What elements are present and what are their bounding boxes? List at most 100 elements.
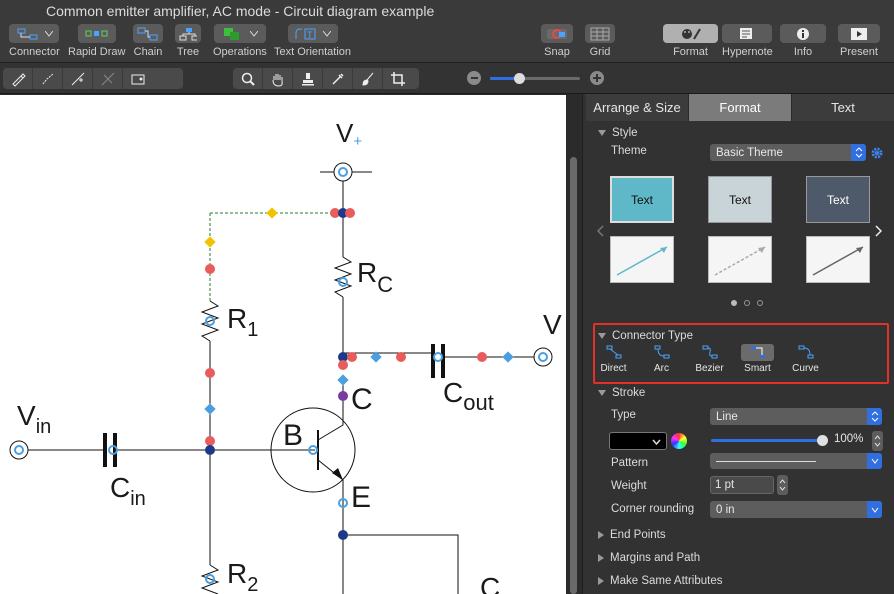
zoom-slider[interactable] bbox=[490, 73, 580, 84]
stroke-opacity-knob[interactable] bbox=[817, 435, 828, 446]
theme-prev-icon[interactable] bbox=[596, 224, 605, 242]
stroke-color-well[interactable] bbox=[609, 432, 667, 450]
label-base: B bbox=[283, 419, 303, 453]
zoom-slider-knob[interactable] bbox=[514, 73, 525, 84]
terminal-vplus bbox=[333, 162, 353, 182]
label-vplus-main: V bbox=[336, 118, 354, 148]
theme-card-dark[interactable]: Text bbox=[806, 176, 870, 223]
disclosure-down-icon bbox=[598, 130, 606, 136]
page-dot[interactable] bbox=[744, 300, 750, 306]
color-wheel-icon[interactable] bbox=[671, 433, 687, 449]
same-attributes-label: Make Same Attributes bbox=[610, 575, 723, 587]
transistor-collector bbox=[317, 380, 344, 441]
tab-arrange-size[interactable]: Arrange & Size bbox=[586, 94, 689, 121]
disclosure-down-icon bbox=[598, 390, 606, 396]
grid-icon bbox=[585, 24, 615, 43]
stamp-icon[interactable] bbox=[293, 68, 323, 89]
weight-label: Weight bbox=[611, 480, 647, 492]
operations-tool[interactable]: Operations bbox=[213, 24, 267, 58]
corner-rounding-popup[interactable]: 0 in bbox=[710, 501, 882, 518]
stroke-section-header[interactable]: Stroke bbox=[598, 387, 645, 399]
frame-icon[interactable] bbox=[123, 68, 153, 89]
page-dot[interactable] bbox=[757, 300, 763, 306]
theme-card-teal[interactable]: Text bbox=[610, 176, 674, 223]
add-point-icon[interactable] bbox=[63, 68, 93, 89]
chain-tool[interactable]: Chain bbox=[133, 24, 163, 58]
connector-type-direct[interactable]: Direct bbox=[597, 344, 630, 374]
weight-stepper[interactable] bbox=[777, 475, 788, 495]
format-toggle[interactable]: Format bbox=[663, 24, 718, 58]
tree-tool[interactable]: Tree bbox=[175, 24, 201, 58]
disclosure-right-icon bbox=[598, 577, 604, 585]
tab-format[interactable]: Format bbox=[689, 94, 792, 121]
resistor-r2 bbox=[200, 564, 220, 594]
stroke-type-popup[interactable]: Line bbox=[710, 408, 882, 425]
present-button[interactable]: Present bbox=[838, 24, 880, 58]
connector-draw-icon[interactable] bbox=[33, 68, 63, 89]
style-header-label: Style bbox=[612, 127, 638, 139]
terminal-vin bbox=[9, 440, 29, 460]
brush-icon[interactable] bbox=[353, 68, 383, 89]
label-cin-main: C bbox=[110, 472, 131, 503]
connector-type-smart[interactable]: Smart bbox=[741, 344, 774, 374]
connector-tool[interactable]: Connector bbox=[9, 24, 60, 58]
smart-connector-icon bbox=[741, 344, 774, 361]
theme-card-gray[interactable]: Text bbox=[708, 176, 772, 223]
snap-label: Snap bbox=[544, 46, 570, 58]
label-r1: R1 bbox=[227, 303, 258, 342]
diagram-canvas[interactable]: V+ RC R1 V C Cout Vin B Cin E R2 C bbox=[0, 95, 566, 594]
label-r2: R2 bbox=[227, 558, 258, 594]
canvas-vertical-scrollbar[interactable] bbox=[570, 157, 577, 594]
view-tools-group bbox=[233, 68, 419, 89]
connector-type-curve[interactable]: Curve bbox=[789, 344, 822, 374]
rapid-draw-icon bbox=[77, 24, 116, 43]
hand-icon[interactable] bbox=[263, 68, 293, 89]
info-toggle[interactable]: Info bbox=[780, 24, 826, 58]
circuit-diagram bbox=[9, 162, 553, 594]
remove-point-icon[interactable] bbox=[93, 68, 123, 89]
label-emitter-text: E bbox=[351, 481, 372, 514]
pattern-popup[interactable] bbox=[710, 453, 882, 469]
stroke-type-label: Type bbox=[611, 409, 636, 421]
hypernote-toggle[interactable]: Hypernote bbox=[722, 24, 773, 58]
gear-icon[interactable] bbox=[870, 146, 884, 165]
eyedropper-icon[interactable] bbox=[323, 68, 353, 89]
stroke-opacity-value: 100% bbox=[834, 433, 864, 445]
label-rc-sub: C bbox=[377, 272, 394, 297]
connector-type-arc[interactable]: Arc bbox=[645, 344, 678, 374]
connector-type-bezier[interactable]: Bezier bbox=[693, 344, 726, 374]
same-attributes-section-header[interactable]: Make Same Attributes bbox=[598, 575, 723, 587]
svg-text:T: T bbox=[307, 30, 313, 40]
weight-field[interactable]: 1 pt bbox=[710, 476, 774, 494]
arc-label: Arc bbox=[654, 363, 669, 374]
pen-icon[interactable] bbox=[3, 68, 33, 89]
zoom-in-icon[interactable] bbox=[590, 71, 604, 85]
label-collector: C bbox=[351, 383, 373, 417]
end-points-section-header[interactable]: End Points bbox=[598, 529, 666, 541]
text-orientation-tool[interactable]: T Text Orientation bbox=[274, 24, 351, 58]
margins-section-header[interactable]: Margins and Path bbox=[598, 552, 700, 564]
line-style-dashed[interactable] bbox=[708, 236, 772, 283]
style-section-header[interactable]: Style bbox=[598, 127, 638, 139]
zoom-out-icon[interactable] bbox=[467, 71, 481, 85]
rapid-draw-tool[interactable]: Rapid Draw bbox=[68, 24, 125, 58]
line-style-solid-teal[interactable] bbox=[610, 236, 674, 283]
zoom-icon[interactable] bbox=[233, 68, 263, 89]
stroke-opacity-slider[interactable] bbox=[711, 435, 828, 446]
popup-stepper-icon bbox=[867, 408, 882, 425]
popup-stepper-icon bbox=[867, 501, 882, 518]
crop-icon[interactable] bbox=[383, 68, 413, 89]
tab-text[interactable]: Text bbox=[792, 94, 894, 121]
theme-next-icon[interactable] bbox=[874, 224, 883, 242]
line-style-solid-dark[interactable] bbox=[806, 236, 870, 283]
grid-toggle[interactable]: Grid bbox=[585, 24, 615, 58]
grid-label: Grid bbox=[589, 46, 611, 58]
label-cout-main: C bbox=[443, 377, 464, 408]
popup-stepper-icon bbox=[867, 453, 882, 469]
opacity-stepper[interactable] bbox=[872, 431, 883, 451]
theme-popup[interactable]: Basic Theme bbox=[710, 144, 866, 161]
snap-icon bbox=[541, 24, 573, 43]
snap-toggle[interactable]: Snap bbox=[541, 24, 573, 58]
drawing-toolbar bbox=[0, 63, 894, 94]
page-dot-active[interactable] bbox=[731, 300, 737, 306]
